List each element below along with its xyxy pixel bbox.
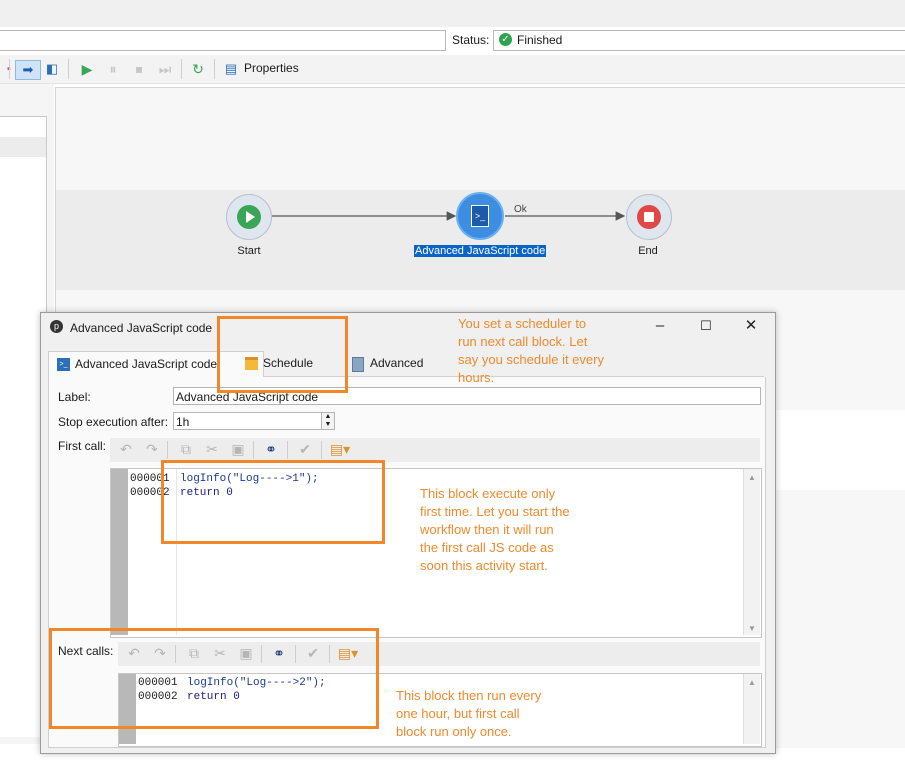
undo-icon[interactable]: ↶: [117, 441, 135, 458]
first-call-annotation: This block execute only first time. Let …: [420, 486, 570, 573]
toolbar-separator: [253, 441, 254, 459]
editor-gutter: [111, 469, 128, 635]
copy-icon[interactable]: ⧉: [177, 441, 195, 458]
clipboard-icon: [352, 357, 364, 372]
transition-label: Ok: [514, 204, 527, 215]
first-call-callout: [161, 460, 385, 544]
javascript-icon: >_: [471, 205, 489, 227]
start-node-label: Start: [237, 245, 261, 257]
stop-icon: [637, 205, 661, 229]
insert-menu-icon[interactable]: ▤▾: [328, 441, 352, 458]
tab-label: Advanced JavaScript code: [75, 357, 218, 371]
script-icon: >_: [57, 358, 70, 371]
redo-icon[interactable]: ↷: [143, 441, 161, 458]
next-calls-callout: [49, 628, 379, 729]
first-call-scrollbar[interactable]: ▲ ▼: [743, 469, 760, 635]
binoculars-icon[interactable]: ⚭: [262, 441, 280, 458]
cut-icon[interactable]: ✂: [203, 441, 221, 458]
next-calls-scrollbar[interactable]: ▲: [743, 674, 760, 744]
toolbar-separator: [287, 441, 288, 459]
validate-icon[interactable]: ✔: [296, 441, 314, 458]
app-icon: p: [50, 320, 63, 333]
tab-advanced[interactable]: Advanced: [344, 351, 466, 376]
end-node-label: End: [638, 245, 658, 257]
paste-icon[interactable]: ▣: [229, 441, 247, 458]
first-call-label: First call:: [58, 439, 106, 453]
next-calls-annotation: This block then run every one hour, but …: [396, 688, 542, 739]
tab-label: Advanced: [370, 356, 424, 370]
schedule-annotation: You set a scheduler to run next call blo…: [458, 316, 604, 385]
javascript-node[interactable]: >_: [456, 192, 504, 240]
stepper-icon[interactable]: ▲ ▼: [321, 412, 335, 430]
javascript-node-label: Advanced JavaScript code: [414, 245, 547, 257]
start-node[interactable]: [226, 194, 272, 240]
end-node[interactable]: [626, 194, 672, 240]
minimize-icon[interactable]: –: [652, 318, 668, 334]
canvas-region: [776, 410, 905, 490]
label-field-label: Label:: [58, 390, 91, 404]
toolbar-separator: [167, 441, 168, 459]
workflow-transitions: [272, 211, 626, 221]
dialog-title: Advanced JavaScript code: [70, 321, 213, 335]
stop-execution-input[interactable]: 1h: [173, 412, 322, 430]
close-icon[interactable]: ✕: [743, 318, 759, 334]
maximize-icon[interactable]: ☐: [698, 318, 714, 334]
stop-execution-label: Stop execution after:: [58, 415, 169, 429]
schedule-callout: [217, 316, 348, 393]
play-icon: [237, 205, 261, 229]
toolbar-separator: [321, 441, 322, 459]
